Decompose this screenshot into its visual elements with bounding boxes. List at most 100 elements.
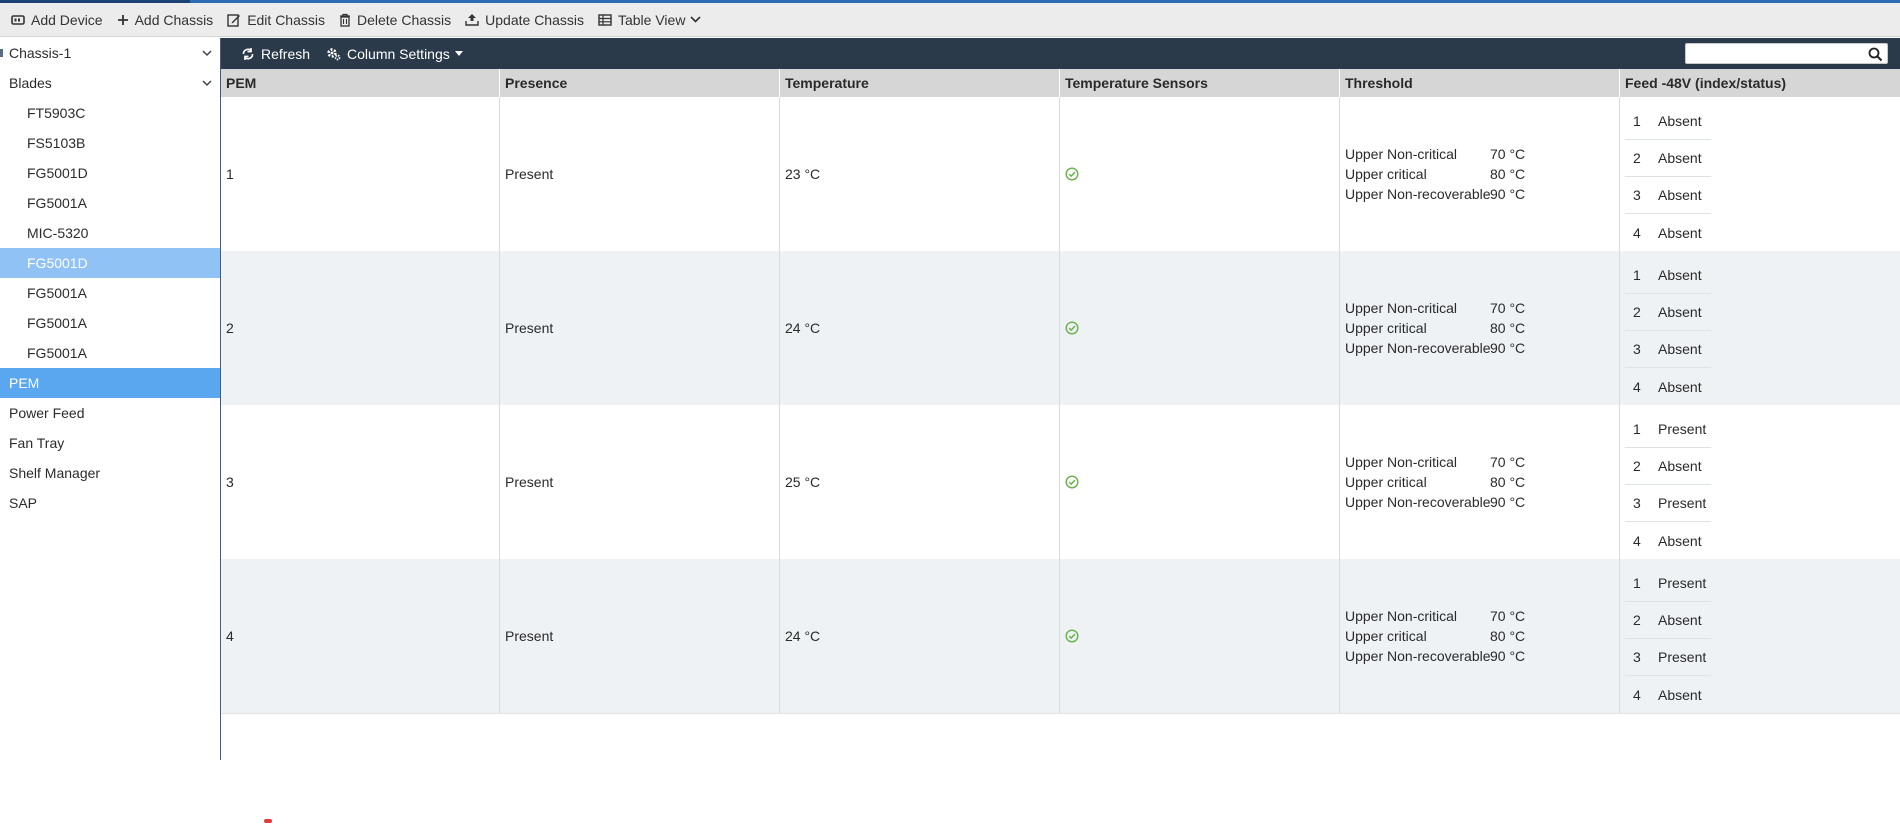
decorative-mark bbox=[264, 819, 272, 823]
threshold-value: 70 °C bbox=[1490, 146, 1526, 162]
pem-cell: 3 bbox=[221, 405, 500, 559]
temperature-cell: 25 °C bbox=[780, 405, 1060, 559]
threshold-item: Upper critical 80 °C bbox=[1345, 472, 1525, 492]
feed-index: 3 bbox=[1633, 649, 1641, 665]
feed-list: 1 Absent 2 Absent 3 Absent 4 Absent bbox=[1625, 251, 1711, 405]
temperature-sensors-cell bbox=[1060, 97, 1340, 251]
sidebar-item-fg5001a[interactable]: FG5001A bbox=[0, 308, 220, 338]
column-header-threshold[interactable]: Threshold bbox=[1340, 69, 1620, 97]
column-header-temperature[interactable]: Temperature bbox=[780, 69, 1060, 97]
threshold-label: Upper Non-recoverable bbox=[1345, 494, 1491, 510]
threshold-value: 90 °C bbox=[1490, 340, 1526, 356]
temperature-cell: 24 °C bbox=[780, 251, 1060, 405]
feed-list: 1 Absent 2 Absent 3 Absent 4 Absent bbox=[1625, 97, 1711, 251]
feed-index: 4 bbox=[1633, 686, 1641, 703]
threshold-item: Upper critical 80 °C bbox=[1345, 626, 1525, 646]
table-row[interactable]: 4 Present 24 °C Upper Non-critical 70 °C … bbox=[221, 559, 1900, 713]
feed-index: 3 bbox=[1633, 187, 1641, 203]
feed-status: Absent bbox=[1658, 304, 1702, 320]
sidebar-item-sap[interactable]: SAP bbox=[0, 488, 220, 518]
feed-index: 1 bbox=[1633, 267, 1641, 283]
feed-list: 1 Present 2 Absent 3 Present 4 Absent bbox=[1625, 559, 1711, 713]
feed-item: 3 Present bbox=[1625, 485, 1711, 522]
pem-cell: 2 bbox=[221, 251, 500, 405]
add-device-button[interactable]: Add Device bbox=[4, 6, 110, 34]
sidebar-item-pem[interactable]: PEM bbox=[0, 368, 220, 398]
update-chassis-button[interactable]: Update Chassis bbox=[458, 6, 591, 34]
threshold-item: Upper Non-critical 70 °C bbox=[1345, 606, 1525, 626]
edit-chassis-label: Edit Chassis bbox=[247, 11, 325, 28]
temperature-sensors-cell bbox=[1060, 251, 1340, 405]
presence-cell: Present bbox=[500, 405, 780, 559]
threshold-item: Upper critical 80 °C bbox=[1345, 318, 1525, 338]
sidebar-item-chassis-1[interactable]: Chassis-1 bbox=[0, 38, 220, 68]
threshold-list: Upper Non-critical 70 °C Upper critical 80… bbox=[1345, 144, 1525, 204]
temperature-cell: 24 °C bbox=[780, 559, 1060, 713]
threshold-label: Upper Non-critical bbox=[1345, 300, 1458, 316]
column-header-pem[interactable]: PEM bbox=[221, 69, 500, 97]
threshold-value: 90 °C bbox=[1490, 494, 1526, 510]
sidebar-item-label: MIC-5320 bbox=[27, 225, 89, 241]
pem-table: PEM Presence Temperature Temperature Sen… bbox=[221, 69, 1900, 713]
table-row[interactable]: 3 Present 25 °C Upper Non-critical 70 °C … bbox=[221, 405, 1900, 559]
feed-status: Absent bbox=[1658, 532, 1702, 549]
sidebar-item-fg5001a[interactable]: FG5001A bbox=[0, 338, 220, 368]
chevron-down-icon[interactable] bbox=[202, 49, 212, 57]
column-settings-dropdown[interactable]: Column Settings bbox=[326, 46, 463, 62]
feed-item: 4 Absent bbox=[1625, 368, 1711, 405]
sidebar-item-fs5103b[interactable]: FS5103B bbox=[0, 128, 220, 158]
search-box bbox=[1685, 43, 1888, 64]
feed-index: 1 bbox=[1633, 421, 1641, 437]
presence-cell: Present bbox=[500, 251, 780, 405]
sidebar-item-fan-tray[interactable]: Fan Tray bbox=[0, 428, 220, 458]
table-row[interactable]: 2 Present 24 °C Upper Non-critical 70 °C … bbox=[221, 251, 1900, 405]
sidebar-item-fg5001d[interactable]: FG5001D bbox=[0, 158, 220, 188]
threshold-list: Upper Non-critical 70 °C Upper critical 80… bbox=[1345, 298, 1525, 358]
sidebar-item-label: FG5001A bbox=[27, 315, 87, 331]
threshold-cell: Upper Non-critical 70 °C Upper critical 80… bbox=[1340, 97, 1620, 251]
threshold-item: Upper Non-recoverable 90 °C bbox=[1345, 184, 1525, 204]
sidebar-item-power-feed[interactable]: Power Feed bbox=[0, 398, 220, 428]
threshold-label: Upper Non-critical bbox=[1345, 608, 1458, 624]
threshold-item: Upper critical 80 °C bbox=[1345, 164, 1525, 184]
feed-item: 1 Present bbox=[1625, 411, 1711, 448]
feed-item: 4 Absent bbox=[1625, 676, 1711, 713]
threshold-item: Upper Non-recoverable 90 °C bbox=[1345, 338, 1525, 358]
refresh-label: Refresh bbox=[261, 45, 311, 62]
sidebar-item-label: Fan Tray bbox=[9, 435, 65, 451]
column-header-temperature-sensors[interactable]: Temperature Sensors bbox=[1060, 69, 1340, 97]
sidebar-item-shelf-manager[interactable]: Shelf Manager bbox=[0, 458, 220, 488]
sidebar-item-fg5001d-selected[interactable]: FG5001D bbox=[0, 248, 220, 278]
gear-icon bbox=[327, 47, 341, 60]
table-row[interactable]: 1 Present 23 °C Upper Non-critical 70 °C … bbox=[221, 97, 1900, 251]
chevron-down-icon[interactable] bbox=[202, 79, 212, 87]
table-header: PEM Presence Temperature Temperature Sen… bbox=[221, 69, 1900, 97]
sidebar-item-mic-5320[interactable]: MIC-5320 bbox=[0, 218, 220, 248]
temperature-cell: 23 °C bbox=[780, 97, 1060, 251]
add-chassis-label: Add Chassis bbox=[134, 11, 214, 28]
feed-index: 2 bbox=[1633, 612, 1641, 628]
feed-index: 3 bbox=[1633, 495, 1641, 511]
search-input[interactable] bbox=[1686, 44, 1864, 63]
edit-chassis-button[interactable]: Edit Chassis bbox=[220, 6, 332, 34]
sidebar-item-blades[interactable]: Blades bbox=[0, 68, 220, 98]
column-header-presence[interactable]: Presence bbox=[500, 69, 780, 97]
column-header-feed[interactable]: Feed -48V (index/status) bbox=[1620, 69, 1900, 97]
sidebar-item-label: Chassis-1 bbox=[9, 45, 72, 61]
temperature-sensors-cell bbox=[1060, 405, 1340, 559]
search-icon[interactable] bbox=[1868, 47, 1883, 62]
sidebar-item-fg5001a[interactable]: FG5001A bbox=[0, 278, 220, 308]
threshold-label: Upper Non-recoverable bbox=[1345, 648, 1491, 664]
table-view-dropdown[interactable]: Table View bbox=[591, 6, 708, 34]
threshold-label: Upper Non-recoverable bbox=[1345, 186, 1491, 202]
feed-status: Present bbox=[1658, 575, 1707, 591]
threshold-label: Upper Non-critical bbox=[1345, 146, 1458, 162]
delete-chassis-button[interactable]: Delete Chassis bbox=[332, 6, 458, 34]
table-view-label: Table View bbox=[617, 11, 686, 28]
sidebar-item-ft5903c[interactable]: FT5903C bbox=[0, 98, 220, 128]
feed-index: 1 bbox=[1633, 575, 1641, 591]
refresh-icon bbox=[242, 47, 254, 60]
refresh-button[interactable]: Refresh bbox=[241, 46, 310, 62]
add-chassis-button[interactable]: Add Chassis bbox=[110, 6, 221, 34]
sidebar-item-fg5001a[interactable]: FG5001A bbox=[0, 188, 220, 218]
